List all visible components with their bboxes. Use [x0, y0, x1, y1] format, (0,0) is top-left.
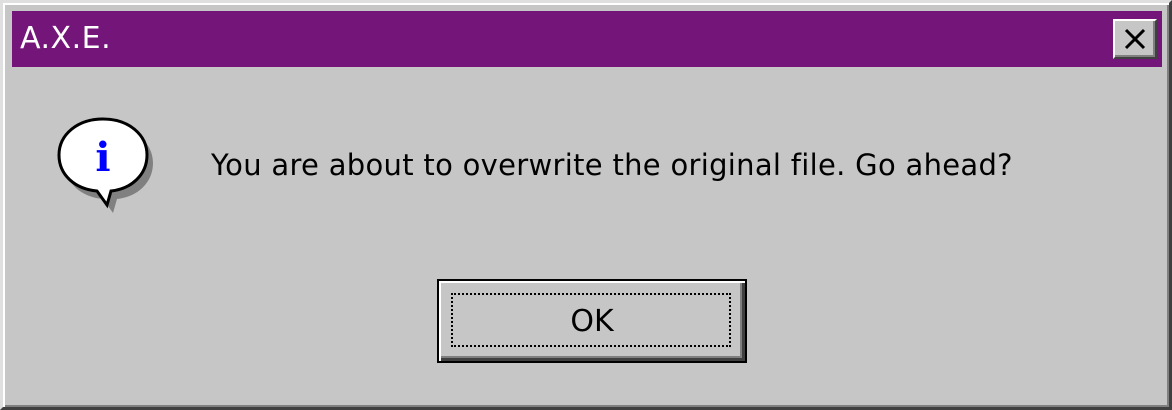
close-button[interactable]	[1113, 19, 1157, 59]
close-icon	[1124, 28, 1146, 50]
info-icon: i	[51, 111, 161, 221]
svg-text:i: i	[95, 134, 110, 181]
dialog-message: You are about to overwrite the original …	[211, 148, 1013, 182]
window-title: A.X.E.	[20, 21, 112, 56]
ok-button[interactable]: OK	[437, 279, 747, 363]
ok-button-label: OK	[570, 303, 614, 339]
title-bar[interactable]: A.X.E.	[12, 11, 1162, 67]
dialog-window: A.X.E. i You are about to overwrite the …	[0, 0, 1172, 410]
